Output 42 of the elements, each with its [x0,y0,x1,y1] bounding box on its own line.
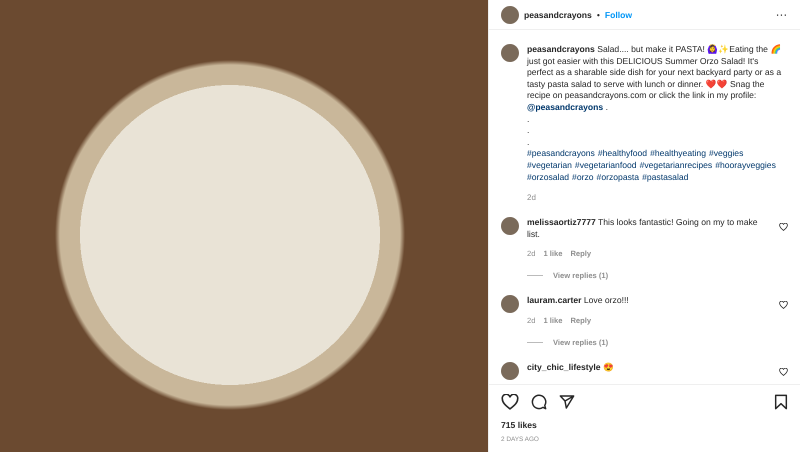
avatar[interactable] [501,6,519,24]
comment-username[interactable]: melissaortiz7777 [527,217,596,228]
comment-username[interactable]: lauram.carter [527,295,582,306]
caption-dot: . [527,125,530,136]
separator-dot: • [596,10,600,20]
hashtag-link[interactable]: #orzo [572,172,594,184]
hashtag-link[interactable]: #orzopasta [596,172,640,184]
avatar[interactable] [501,217,519,236]
hashtag-link[interactable]: #orzosalad [527,172,570,184]
caption-time: 2d [527,193,536,202]
comment-username[interactable]: city_chic_lifestyle [527,362,601,372]
bookmark-icon[interactable] [774,394,788,410]
avatar[interactable] [501,362,519,380]
avatar[interactable] [501,44,519,62]
likes-count[interactable]: 715 likes [501,420,537,430]
more-options-button[interactable]: ··· [776,10,788,20]
comment-icon[interactable] [531,394,547,410]
comment-like-icon[interactable] [779,301,788,310]
hashtag-link[interactable]: #healthyeating [650,148,706,160]
caption-dot: . [527,136,530,147]
caption-text: peasandcrayons Salad.... but make it PASTA! 🙆‍♀✨Eating the 🌈 just got easier with this DELICIOUS Summer Orzo Salad! It's perfect as a sharable side dish for your next backyard party or as a tasty pasta salad to serve with lunch or dinner. ❤❤ Snag the recipe on peasandcrayons.com or click the link in my profile: [527,44,782,102]
mention-link[interactable]: @peasandcrayons [527,102,604,112]
caption-username[interactable]: peasandcrayons [527,44,595,54]
comment-like-icon[interactable] [779,368,788,376]
share-icon[interactable] [559,394,575,410]
comment-text: melissaortiz7777 This looks fantastic! Going on my to make list. [527,217,759,240]
hashtag-link[interactable]: #vegetarianrecipes [640,160,712,172]
caption-dot: . [527,114,530,124]
avatar[interactable] [501,295,519,314]
hashtag-link[interactable]: #vegetarianfood [574,160,637,172]
hashtag-link[interactable]: #hoorayveggies [715,160,776,172]
hashtag-link[interactable]: #pastasalad [642,172,688,184]
comment-like-icon[interactable] [779,223,788,232]
like-icon[interactable] [501,394,519,410]
username-link[interactable]: peasandcrayons [524,10,592,20]
hashtag-link[interactable]: #vegetarian [527,160,572,172]
comment-text: lauram.carter Love orzo!!! [527,295,630,307]
hashtag-link[interactable]: #peasandcrayons [527,148,595,160]
caption-text: . [606,102,608,112]
comment-text: city_chic_lifestyle 😍 [527,362,615,374]
hashtag-link[interactable]: #healthyfood [598,148,648,160]
hashtag-link[interactable]: #veggies [708,148,744,160]
